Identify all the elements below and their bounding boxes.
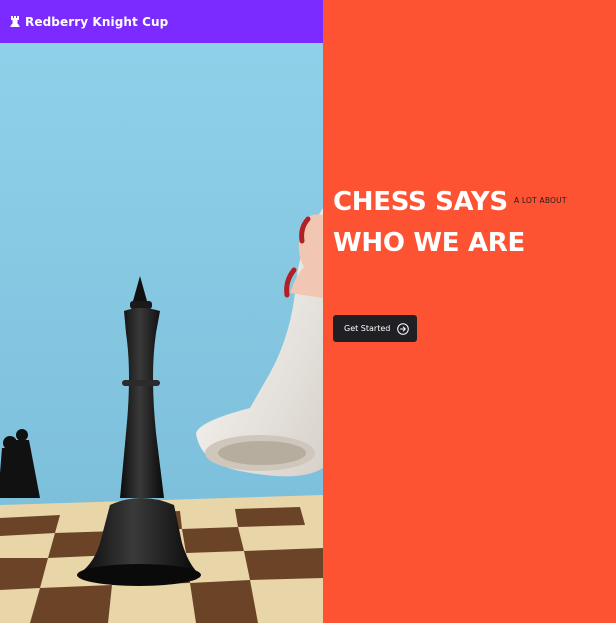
get-started-label: Get Started <box>344 324 391 333</box>
hero-image <box>0 43 323 623</box>
chess-rook-icon <box>10 16 20 27</box>
hero-tagline: A LOT ABOUT <box>514 196 567 205</box>
headline-line-2: WHO WE ARE <box>333 228 525 258</box>
get-started-button[interactable]: Get Started <box>333 315 417 342</box>
headline-line-1: CHESS SAYS <box>333 187 508 217</box>
left-panel: Redberry Knight Cup <box>0 0 323 623</box>
right-panel: CHESS SAYS WHO WE ARE A LOT ABOUT Get St… <box>323 0 616 623</box>
brand-name: Redberry Knight Cup <box>25 14 169 29</box>
hero-headline: CHESS SAYS WHO WE ARE <box>333 182 525 264</box>
chess-photo <box>0 43 323 623</box>
arrow-right-circle-icon <box>397 322 410 335</box>
brand-logo[interactable]: Redberry Knight Cup <box>10 15 168 29</box>
top-navigation-bar: Redberry Knight Cup <box>0 0 323 43</box>
